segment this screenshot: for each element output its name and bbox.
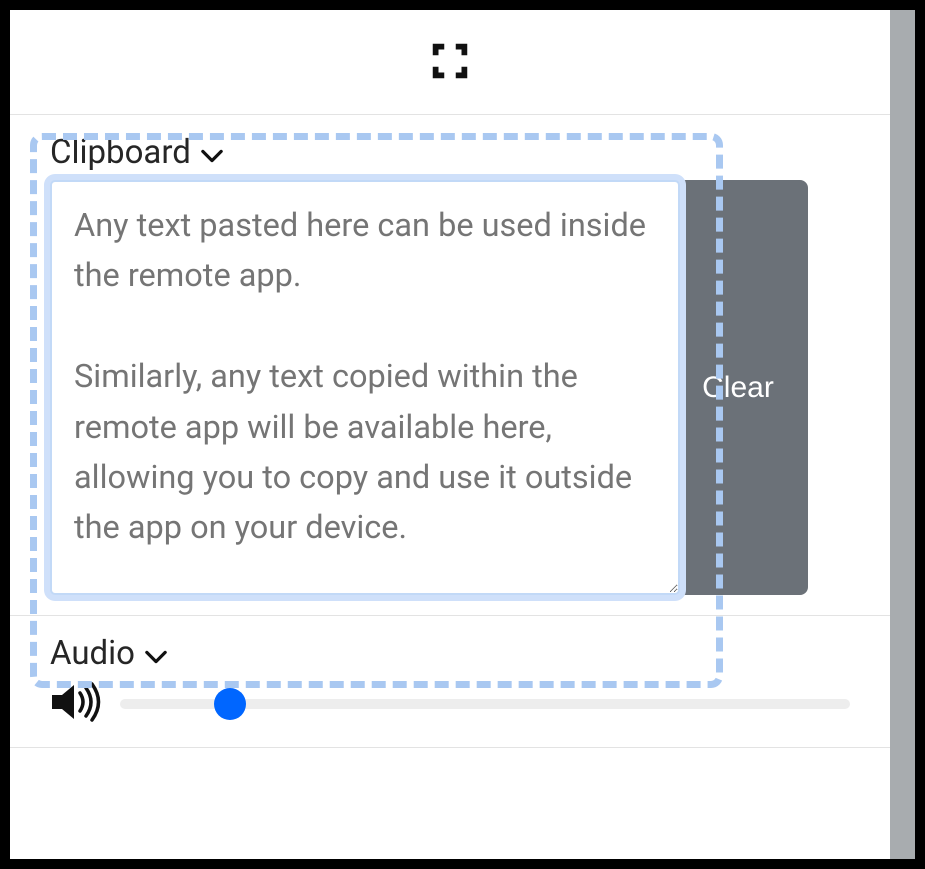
volume-slider[interactable] xyxy=(120,689,850,719)
clipboard-title: Clipboard xyxy=(50,133,191,172)
audio-title: Audio xyxy=(50,634,135,673)
clear-button[interactable]: Clear xyxy=(668,180,808,595)
slider-thumb[interactable] xyxy=(214,688,246,720)
clipboard-header[interactable]: Clipboard xyxy=(50,133,850,172)
audio-section: Audio xyxy=(10,616,890,748)
fullscreen-icon[interactable] xyxy=(427,38,473,84)
scrollbar[interactable] xyxy=(890,10,915,859)
clipboard-section: Clipboard Clear xyxy=(10,115,890,616)
chevron-down-icon xyxy=(201,133,223,172)
chevron-down-icon xyxy=(145,634,167,673)
speaker-icon xyxy=(50,681,102,727)
clipboard-textarea[interactable] xyxy=(50,180,680,595)
fullscreen-row xyxy=(10,10,890,115)
audio-header[interactable]: Audio xyxy=(50,634,850,673)
